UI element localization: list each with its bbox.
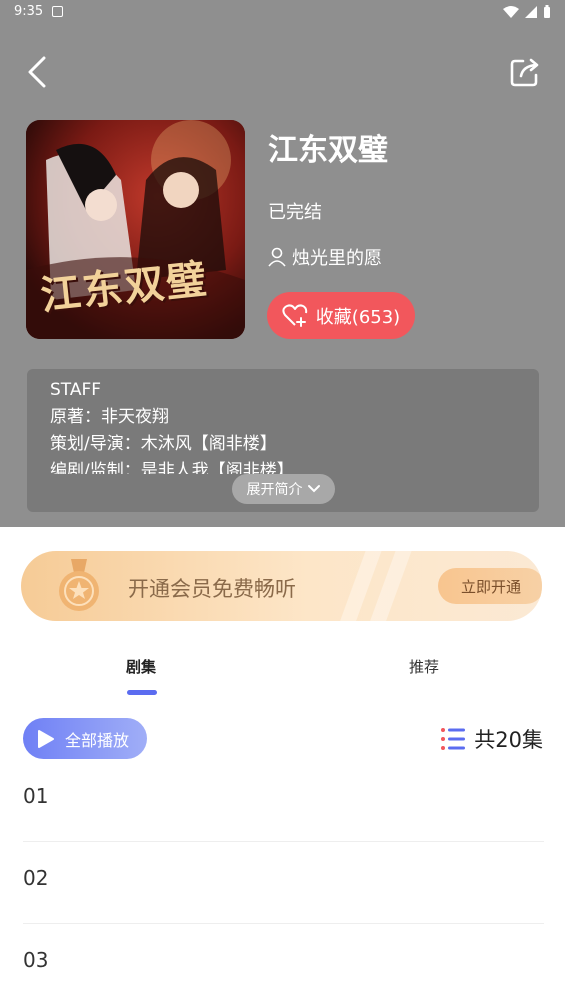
heart-plus-icon	[282, 303, 307, 327]
status-bar: 9:35	[0, 0, 565, 26]
list-icon	[441, 728, 466, 750]
author-row[interactable]: 烛光里的愿	[268, 244, 382, 270]
content-tabs: 剧集 推荐	[0, 648, 565, 698]
play-all-label: 全部播放	[65, 730, 130, 750]
expand-label: 展开简介	[246, 482, 303, 498]
chevron-left-icon	[28, 56, 46, 88]
staff-intro: STAFF 原著：非天夜翔 策划/导演：木沐风【阁非楼】 编剧/监制：是非人我【…	[27, 369, 539, 512]
episode-number: 02	[23, 866, 49, 890]
episode-item[interactable]: 02	[23, 842, 544, 924]
episode-count[interactable]: 共20集	[440, 724, 543, 754]
staff-line: STAFF	[50, 380, 102, 400]
staff-line: 原著：非天夜翔	[50, 407, 169, 427]
share-button[interactable]	[507, 54, 543, 90]
favorite-button[interactable]: 收藏(653)	[267, 292, 415, 339]
episode-item[interactable]: 03	[23, 924, 544, 1004]
drama-title: 江东双璧	[268, 133, 388, 168]
share-icon	[510, 58, 539, 87]
episode-item[interactable]: 01	[23, 760, 544, 842]
vip-banner[interactable]: 开通会员免费畅听 立即开通	[21, 551, 542, 621]
expand-intro-button[interactable]: 展开简介	[232, 474, 335, 504]
back-button[interactable]	[22, 54, 52, 90]
author-name: 烛光里的愿	[292, 248, 382, 269]
battery-icon	[544, 5, 550, 18]
play-all-button[interactable]: 全部播放	[23, 718, 147, 759]
staff-line: 编剧/监制：是非人我【阁非楼】	[50, 461, 294, 474]
favorite-label: 收藏(653)	[315, 306, 401, 328]
tab-recommend[interactable]: 推荐	[409, 656, 439, 677]
vip-promo-text: 开通会员免费畅听	[128, 577, 296, 601]
person-icon	[268, 247, 286, 267]
tab-active-indicator	[127, 690, 157, 695]
episode-count-label: 共20集	[474, 728, 543, 752]
tab-episodes[interactable]: 剧集	[126, 656, 156, 677]
episode-number: 01	[23, 784, 49, 808]
episode-number: 03	[23, 948, 49, 972]
signal-icon	[525, 5, 537, 18]
vip-medal-icon	[59, 559, 99, 611]
play-icon	[38, 729, 54, 748]
vip-open-button[interactable]: 立即开通	[438, 568, 542, 604]
staff-line: 策划/导演：木沐风【阁非楼】	[50, 434, 277, 454]
cover-image: 江东双璧	[26, 120, 245, 339]
drama-header: 江东双璧 江东双璧 已完结 烛光里的愿 收藏(653) STAFF 原著：非天夜…	[0, 26, 565, 527]
status-time: 9:35	[14, 4, 44, 19]
wifi-icon	[503, 5, 519, 18]
chevron-down-icon	[307, 485, 320, 493]
notification-icon	[52, 6, 63, 17]
completion-status: 已完结	[268, 202, 322, 223]
